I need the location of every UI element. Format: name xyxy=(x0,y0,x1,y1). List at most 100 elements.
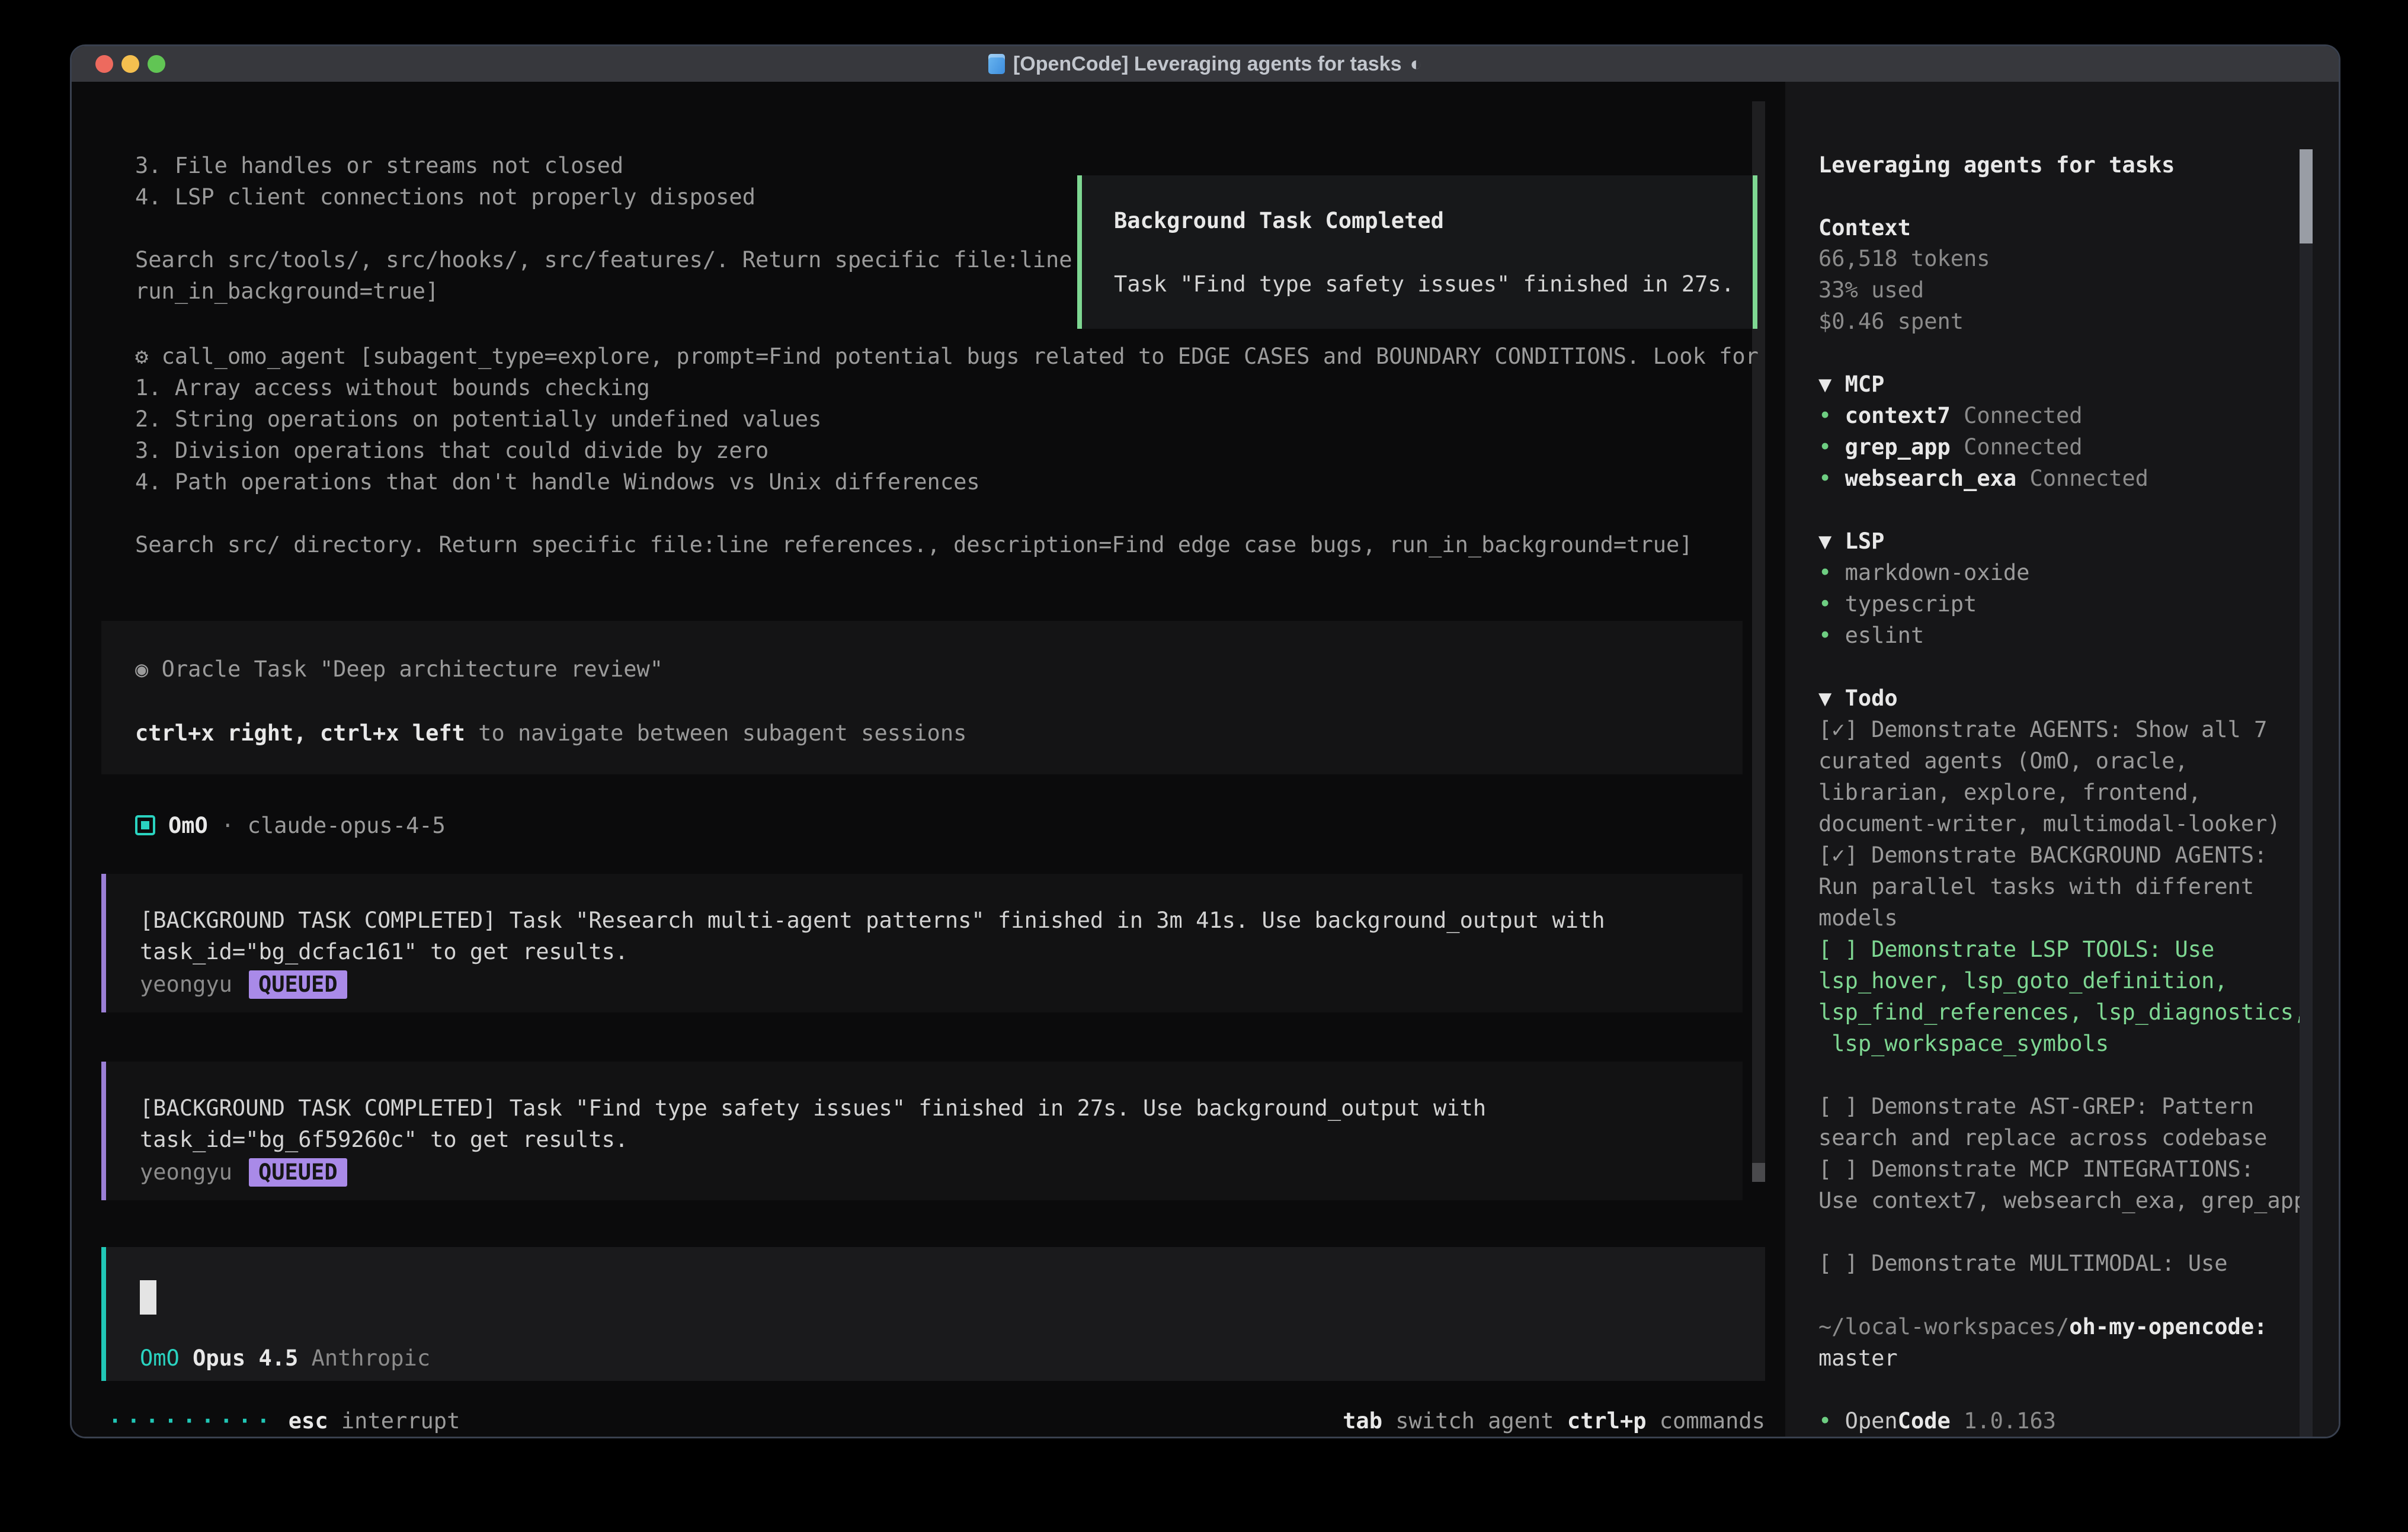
tool-call-numbered-list: 1. Array access without bounds checking2… xyxy=(135,372,1759,498)
mcp-item: • context7 Connected xyxy=(1818,400,2148,431)
lsp-list: • markdown-oxide• typescript• eslint xyxy=(1818,557,2029,651)
input-model[interactable]: Opus 4.5 xyxy=(193,1345,298,1371)
tool-call-line: 1. Array access without bounds checking xyxy=(135,372,1759,403)
status-dot-icon: • xyxy=(1818,434,1831,460)
status-dot-icon: • xyxy=(1818,560,1831,585)
status-dot-icon: • xyxy=(1818,1408,1831,1434)
todo-section-header[interactable]: ▼ Todo xyxy=(1818,682,1898,714)
context-stat: $0.46 spent xyxy=(1818,306,1990,337)
mcp-item: • grep_app Connected xyxy=(1818,431,2148,463)
tool-call-line: 2. String operations on potentially unde… xyxy=(135,403,1759,435)
app-version-row: • OpenCode 1.0.163 xyxy=(1818,1405,2056,1437)
terminal-content: 3. File handles or streams not closed4. … xyxy=(72,82,2339,1437)
agent-icon xyxy=(135,815,155,835)
separator-dot: · xyxy=(221,813,234,838)
sidebar: Leveraging agents for tasks Context 66,5… xyxy=(1785,82,2339,1437)
background-task-notification[interactable]: Background Task Completed Task "Find typ… xyxy=(1077,175,1757,329)
background-task-card[interactable]: [BACKGROUND TASK COMPLETED] Task "Resear… xyxy=(101,874,1743,1012)
todo-line: search and replace across codebase xyxy=(1818,1122,2328,1153)
message-text-block: 3. File handles or streams not closed4. … xyxy=(135,150,1072,307)
todo-line: lsp_hover, lsp_goto_definition, xyxy=(1818,965,2328,996)
todo-line: [ ] Demonstrate AST-GREP: Pattern xyxy=(1818,1091,2328,1122)
tool-call-line: 4. Path operations that don't handle Win… xyxy=(135,466,1759,498)
chat-scrollbar-thumb[interactable] xyxy=(1752,1163,1765,1182)
minimize-button[interactable] xyxy=(121,55,139,73)
close-button[interactable] xyxy=(95,55,113,73)
todo-line: Run parallel tasks with different xyxy=(1818,871,2328,902)
workspace-path: ~/local-workspaces/oh-my-opencode: xyxy=(1818,1311,2267,1342)
status-dot-icon: • xyxy=(1818,623,1831,648)
message-line: 4. LSP client connections not properly d… xyxy=(135,181,1072,213)
prompt-input[interactable]: OmO Opus 4.5 Anthropic xyxy=(101,1247,1765,1381)
message-line: 3. File handles or streams not closed xyxy=(135,150,1072,181)
titlebar[interactable]: [OpenCode] Leveraging agents for tasks ◐ xyxy=(72,46,2339,83)
app-version: 1.0.163 xyxy=(1964,1408,2056,1434)
keyboard-shortcut: ctrl+x right, ctrl+x left xyxy=(135,720,465,746)
chevron-down-icon: ▼ xyxy=(1818,528,1831,554)
esc-key-hint[interactable]: esc xyxy=(289,1408,328,1434)
mcp-section-header[interactable]: ▼ MCP xyxy=(1818,368,1884,400)
todo-line: lsp_workspace_symbols xyxy=(1818,1028,2328,1059)
sidebar-scrollbar-thumb[interactable] xyxy=(2300,149,2313,243)
oracle-task-card[interactable]: ◉ Oracle Task "Deep architecture review"… xyxy=(101,621,1743,774)
window-title: [OpenCode] Leveraging agents for tasks ◐ xyxy=(988,53,1422,76)
input-provider: Anthropic xyxy=(312,1345,430,1371)
esc-key-label: interrupt xyxy=(341,1408,460,1434)
task-meta-row: yeongyuQUEUED xyxy=(140,1156,347,1188)
sidebar-scrollbar-track[interactable] xyxy=(2300,149,2313,1438)
message-line: run_in_background=true] xyxy=(135,275,1072,307)
path-prefix: ~/local-workspaces/ xyxy=(1818,1314,2069,1339)
todo-line: curated agents (OmO, oracle, xyxy=(1818,745,2328,777)
gear-icon: ⚙ xyxy=(135,344,148,369)
tab-key-label: switch agent xyxy=(1395,1408,1554,1434)
app-name-bold: Code xyxy=(1898,1408,1951,1434)
status-dot-icon: • xyxy=(1818,403,1831,428)
todo-line xyxy=(1818,1216,2328,1248)
todo-line: [ ] Demonstrate LSP TOOLS: Use xyxy=(1818,934,2328,965)
todo-line xyxy=(1818,1059,2328,1091)
notification-title: Background Task Completed xyxy=(1114,205,1444,236)
lsp-name: eslint xyxy=(1845,623,1925,648)
task-meta-row: yeongyuQUEUED xyxy=(140,969,347,1000)
status-badge: QUEUED xyxy=(249,970,347,999)
mcp-name: context7 xyxy=(1845,403,1951,428)
record-icon: ◉ xyxy=(135,656,148,682)
context-stat: 33% used xyxy=(1818,274,1990,306)
todo-list: [✓] Demonstrate AGENTS: Show all 7curate… xyxy=(1818,714,2328,1279)
statusbar-right: tab switch agent ctrl+p commands xyxy=(1079,1405,1765,1437)
tool-call-text: call_omo_agent [subagent_type=explore, p… xyxy=(162,344,1759,369)
todo-line: librarian, explore, frontend, xyxy=(1818,777,2328,808)
repo-name: oh-my-opencode: xyxy=(2069,1314,2267,1339)
context-stat: 66,518 tokens xyxy=(1818,243,1990,274)
window-title-text: [OpenCode] Leveraging agents for tasks xyxy=(1013,53,1402,76)
todo-line: [ ] Demonstrate MULTIMODAL: Use xyxy=(1818,1248,2328,1279)
statusbar-left: ········· esc interrupt xyxy=(108,1405,460,1437)
todo-line: document-writer, multimodal-looker) xyxy=(1818,808,2328,839)
notification-body: Task "Find type safety issues" finished … xyxy=(1114,268,1734,300)
todo-line: Use context7, websearch_exa, grep_app xyxy=(1818,1185,2328,1216)
lsp-section-header[interactable]: ▼ LSP xyxy=(1818,525,1884,557)
input-agent-name[interactable]: OmO xyxy=(140,1345,180,1371)
zoom-button[interactable] xyxy=(148,55,165,73)
lsp-name: typescript xyxy=(1845,591,1977,617)
mcp-name: grep_app xyxy=(1845,434,1951,460)
mcp-name: websearch_exa xyxy=(1845,466,2017,491)
tool-call-first-line: ⚙ call_omo_agent [subagent_type=explore,… xyxy=(135,341,1759,372)
todo-line: [✓] Demonstrate AGENTS: Show all 7 xyxy=(1818,714,2328,745)
task-message-line1: [BACKGROUND TASK COMPLETED] Task "Find t… xyxy=(140,1092,1486,1124)
mcp-status: Connected xyxy=(2029,466,2148,491)
spacer xyxy=(135,498,1759,529)
desktop: [OpenCode] Leveraging agents for tasks ◐… xyxy=(0,0,2408,1532)
todo-line: lsp_find_references, lsp_diagnostics, xyxy=(1818,996,2328,1028)
lsp-item: • markdown-oxide xyxy=(1818,557,2029,588)
session-title: Leveraging agents for tasks xyxy=(1818,149,2175,181)
oracle-task-title: ◉ Oracle Task "Deep architecture review" xyxy=(135,653,663,685)
status-badge: QUEUED xyxy=(249,1158,347,1187)
background-task-card[interactable]: [BACKGROUND TASK COMPLETED] Task "Find t… xyxy=(101,1062,1743,1200)
tool-call-block: ⚙ call_omo_agent [subagent_type=explore,… xyxy=(135,341,1759,560)
tab-key-hint[interactable]: tab xyxy=(1343,1408,1382,1434)
message-line: Search src/tools/, src/hooks/, src/featu… xyxy=(135,244,1072,275)
text-cursor xyxy=(140,1280,156,1315)
commands-key-hint[interactable]: ctrl+p xyxy=(1567,1408,1647,1434)
agent-header[interactable]: OmO · claude-opus-4-5 xyxy=(135,810,446,841)
